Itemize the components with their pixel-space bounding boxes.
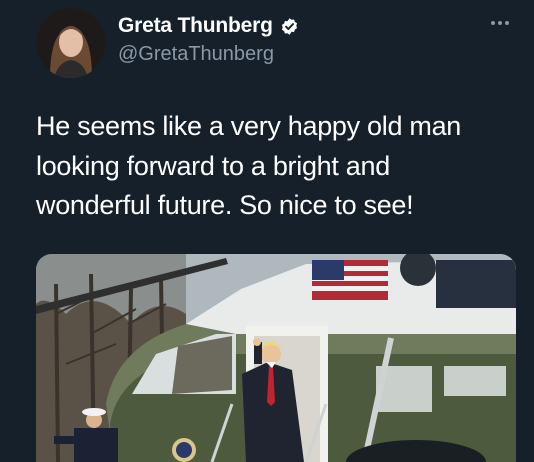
display-name-row: Greta Thunberg — [118, 12, 299, 40]
tweet-text: He seems like a very happy old man looki… — [36, 107, 506, 226]
tweet-text-line: wonderful future. So nice to see! — [36, 190, 414, 220]
dot — [491, 21, 495, 25]
dot — [505, 21, 509, 25]
more-options-icon[interactable] — [486, 16, 514, 30]
tweet: Greta Thunberg @GretaThunberg He seems l… — [0, 0, 534, 462]
tweet-media-photo[interactable] — [36, 254, 516, 462]
avatar[interactable] — [36, 8, 106, 78]
user-handle[interactable]: @GretaThunberg — [118, 43, 299, 66]
author-info: Greta Thunberg @GretaThunberg — [118, 12, 299, 66]
tweet-text-line: He seems like a very happy old man — [36, 111, 462, 141]
verified-badge-icon — [280, 17, 299, 36]
tweet-text-line: looking forward to a bright and — [36, 150, 390, 181]
display-name[interactable]: Greta Thunberg — [118, 14, 273, 38]
dot — [498, 21, 502, 25]
